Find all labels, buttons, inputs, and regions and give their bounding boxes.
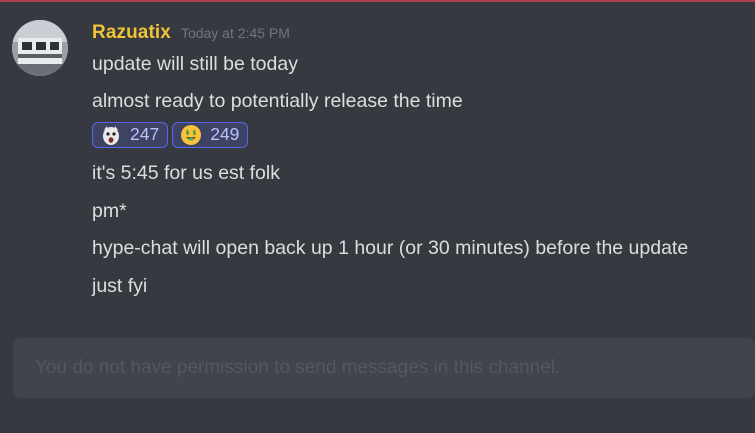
pog-emoji-icon	[100, 124, 122, 146]
message-line: it's 5:45 for us est folk	[92, 162, 280, 184]
message-input-disabled: You do not have permission to send messa…	[13, 338, 755, 398]
svg-text:$: $	[193, 130, 197, 137]
money-mouth-face-icon: $ $	[180, 124, 202, 146]
timestamp: Today at 2:45 PM	[180, 25, 290, 41]
reaction-count: 249	[210, 124, 240, 145]
input-placeholder: You do not have permission to send messa…	[35, 357, 561, 378]
message-line: hype-chat will open back up 1 hour (or 3…	[92, 237, 689, 259]
reaction-count: 247	[130, 124, 160, 145]
username[interactable]: Razuatix	[92, 22, 171, 44]
svg-text:$: $	[186, 130, 190, 137]
message-header: Razuatix Today at 2:45 PM	[92, 22, 290, 46]
avatar[interactable]	[12, 20, 68, 76]
avatar-image	[12, 20, 68, 76]
message-line: update will still be today	[92, 53, 298, 75]
message-line: almost ready to potentially release the …	[92, 90, 463, 112]
reaction-money-mouth[interactable]: $ $ 249	[172, 122, 249, 148]
reaction-pog[interactable]: 247	[92, 122, 169, 148]
reactions-bar: 247 $ $ 249	[92, 122, 249, 148]
message-line: just fyi	[92, 275, 148, 297]
new-messages-divider	[0, 0, 755, 2]
message-line: pm*	[92, 200, 127, 222]
